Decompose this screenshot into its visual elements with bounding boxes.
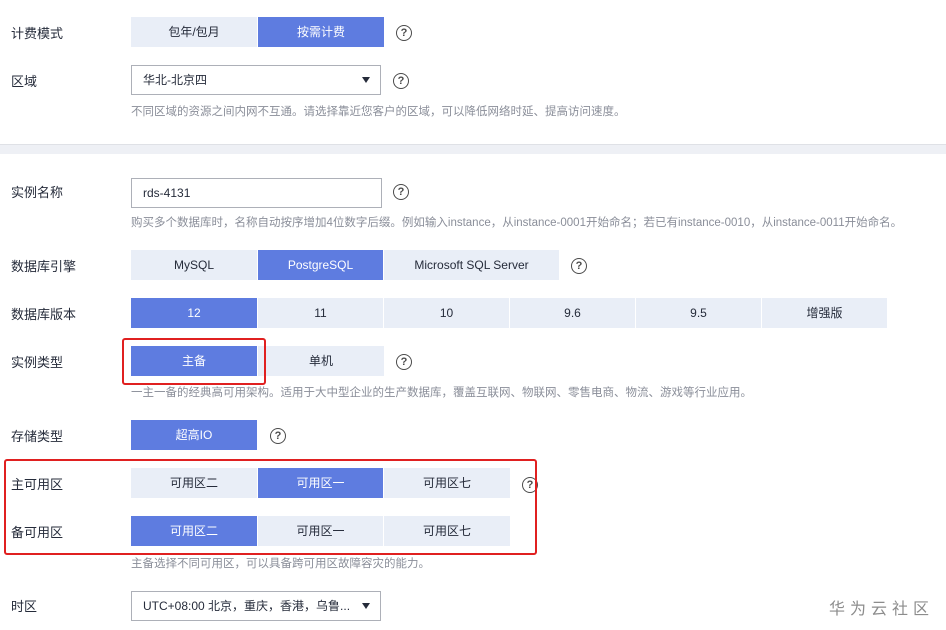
instance-name-input[interactable]: rds-4131 [131, 178, 382, 208]
timezone-select[interactable]: UTC+08:00 北京，重庆，香港，乌鲁... [131, 591, 381, 621]
region-select-value: 华北-北京四 [143, 73, 207, 87]
watermark: 华为云社区 [828, 601, 934, 618]
instance-type-label: 实例类型 [11, 355, 64, 370]
version-option-9-6[interactable]: 9.6 [509, 298, 635, 328]
billing-mode-label: 计费模式 [11, 26, 64, 41]
version-option-11[interactable]: 11 [257, 298, 383, 328]
highlight-box-instance-type [122, 338, 266, 385]
chevron-down-icon [362, 603, 370, 609]
instance-name-label: 实例名称 [11, 185, 64, 200]
instance-type-hint: 一主一备的经典高可用架构。适用于大中型企业的生产数据库，覆盖互联网、物联网、零售… [131, 387, 752, 399]
timezone-label: 时区 [11, 599, 38, 614]
section-divider [0, 144, 946, 154]
instance-type-option-single[interactable]: 单机 [257, 346, 384, 376]
storage-option-ultra-high-io[interactable]: 超高IO [131, 420, 257, 450]
instance-type-help-icon[interactable]: ? [396, 354, 412, 370]
region-label: 区域 [11, 74, 38, 89]
region-hint: 不同区域的资源之间内网不互通。请选择靠近您客户的区域，可以降低网络时延、提高访问… [131, 106, 626, 118]
region-help-icon[interactable]: ? [393, 73, 409, 89]
storage-type-selector: 超高IO [131, 420, 257, 450]
availability-zone-hint: 主备选择不同可用区，可以具备跨可用区故障容灾的能力。 [131, 558, 430, 570]
db-engine-selector: MySQL PostgreSQL Microsoft SQL Server [131, 250, 559, 280]
version-option-enhanced[interactable]: 增强版 [761, 298, 887, 328]
db-engine-label: 数据库引擎 [11, 259, 77, 274]
highlight-box-availability-zones [4, 459, 537, 555]
engine-option-sqlserver[interactable]: Microsoft SQL Server [383, 250, 559, 280]
region-select[interactable]: 华北-北京四 [131, 65, 381, 95]
engine-option-mysql[interactable]: MySQL [131, 250, 257, 280]
storage-help-icon[interactable]: ? [270, 428, 286, 444]
billing-option-pay-per-use[interactable]: 按需计费 [257, 17, 384, 47]
db-version-selector: 12 11 10 9.6 9.5 增强版 [131, 298, 887, 328]
db-version-label: 数据库版本 [11, 307, 77, 322]
billing-option-yearly-monthly[interactable]: 包年/包月 [131, 17, 257, 47]
db-engine-help-icon[interactable]: ? [571, 258, 587, 274]
version-option-9-5[interactable]: 9.5 [635, 298, 761, 328]
instance-name-help-icon[interactable]: ? [393, 184, 409, 200]
storage-type-label: 存储类型 [11, 429, 64, 444]
billing-mode-selector: 包年/包月 按需计费 [131, 17, 384, 47]
instance-name-hint: 购买多个数据库时，名称自动按序增加4位数字后缀。例如输入instance，从in… [131, 217, 903, 229]
billing-help-icon[interactable]: ? [396, 25, 412, 41]
timezone-select-value: UTC+08:00 北京，重庆，香港，乌鲁... [143, 599, 351, 613]
chevron-down-icon [362, 77, 370, 83]
version-option-12[interactable]: 12 [131, 298, 257, 328]
version-option-10[interactable]: 10 [383, 298, 509, 328]
engine-option-postgresql[interactable]: PostgreSQL [257, 250, 383, 280]
